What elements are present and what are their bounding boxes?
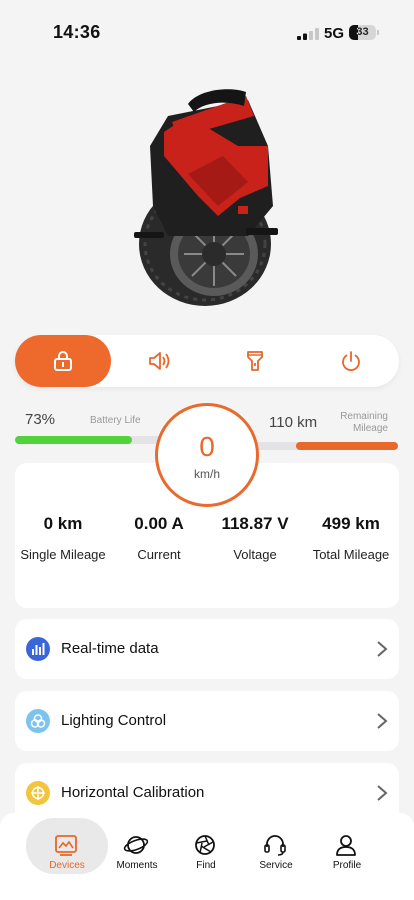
stat-value: 0 km: [43, 514, 83, 533]
lock-button[interactable]: [15, 335, 111, 387]
power-icon: [342, 351, 360, 372]
signal-bars-icon: [297, 28, 319, 40]
battery-indicator: 33: [349, 25, 376, 40]
battery-tip: [377, 30, 379, 35]
stat-label: Current: [137, 547, 181, 562]
stat-value: 499 km: [322, 514, 380, 533]
lighting-icon: [26, 709, 50, 733]
speedometer: 0 km/h: [155, 403, 259, 507]
power-button[interactable]: [303, 335, 399, 387]
stat-label: Total Mileage: [312, 547, 390, 562]
lighting-control-item[interactable]: Lighting Control: [15, 691, 399, 751]
remaining-mileage-bar: [240, 442, 398, 450]
stat-label: Single Mileage: [20, 547, 106, 562]
tab-label: Service: [259, 860, 293, 871]
battery-bar-fill: [15, 436, 132, 444]
headset-icon: [264, 835, 286, 856]
real-time-data-item[interactable]: Real-time data: [15, 619, 399, 679]
target-icon: [26, 781, 50, 805]
stat-voltage: 118.87 V Voltage: [207, 514, 303, 562]
stat-single-mileage: 0 km Single Mileage: [15, 514, 111, 562]
flashlight-button[interactable]: [207, 335, 303, 387]
devices-icon: [55, 835, 77, 856]
speed-value: 0: [199, 431, 215, 462]
remaining-mileage-caption: Remaining Mileage: [340, 411, 388, 434]
flashlight-icon: [247, 351, 263, 371]
tab-profile[interactable]: Profile: [306, 818, 388, 880]
horizontal-calibration-label: Horizontal Calibration: [61, 784, 205, 801]
stat-value: 0.00 A: [134, 514, 184, 533]
speaker-icon: [149, 352, 170, 370]
battery-percent: 73%: [25, 411, 56, 428]
chart-icon: [26, 637, 50, 661]
speed-unit: km/h: [193, 467, 220, 481]
status-time: 14:36: [53, 22, 101, 42]
stat-current: 0.00 A Current: [111, 514, 207, 562]
remaining-mileage-bar-fill: [296, 442, 398, 450]
chevron-right-icon: [377, 785, 388, 801]
real-time-data-label: Real-time data: [61, 640, 159, 657]
chevron-right-icon: [377, 713, 388, 729]
chevron-right-icon: [377, 641, 388, 657]
stat-value: 118.87 V: [221, 514, 289, 533]
stat-total-mileage: 499 km Total Mileage: [303, 514, 399, 562]
lock-icon: [54, 351, 72, 371]
horn-button[interactable]: [111, 335, 207, 387]
network-type: 5G: [324, 25, 345, 42]
battery-life-caption: Battery Life: [90, 415, 141, 426]
control-bar: [15, 335, 399, 387]
electric-unicycle-icon: [134, 89, 278, 306]
lighting-control-label: Lighting Control: [61, 712, 167, 729]
battery-level: 33: [356, 26, 369, 38]
person-icon: [336, 835, 356, 856]
aperture-icon: [195, 835, 215, 855]
planet-icon: [123, 836, 149, 854]
battery-bar: [15, 436, 175, 444]
tab-label: Profile: [332, 860, 362, 871]
tab-service[interactable]: Service: [235, 818, 317, 880]
remaining-mileage-value: 110 km: [269, 414, 318, 431]
stat-label: Voltage: [233, 547, 277, 562]
